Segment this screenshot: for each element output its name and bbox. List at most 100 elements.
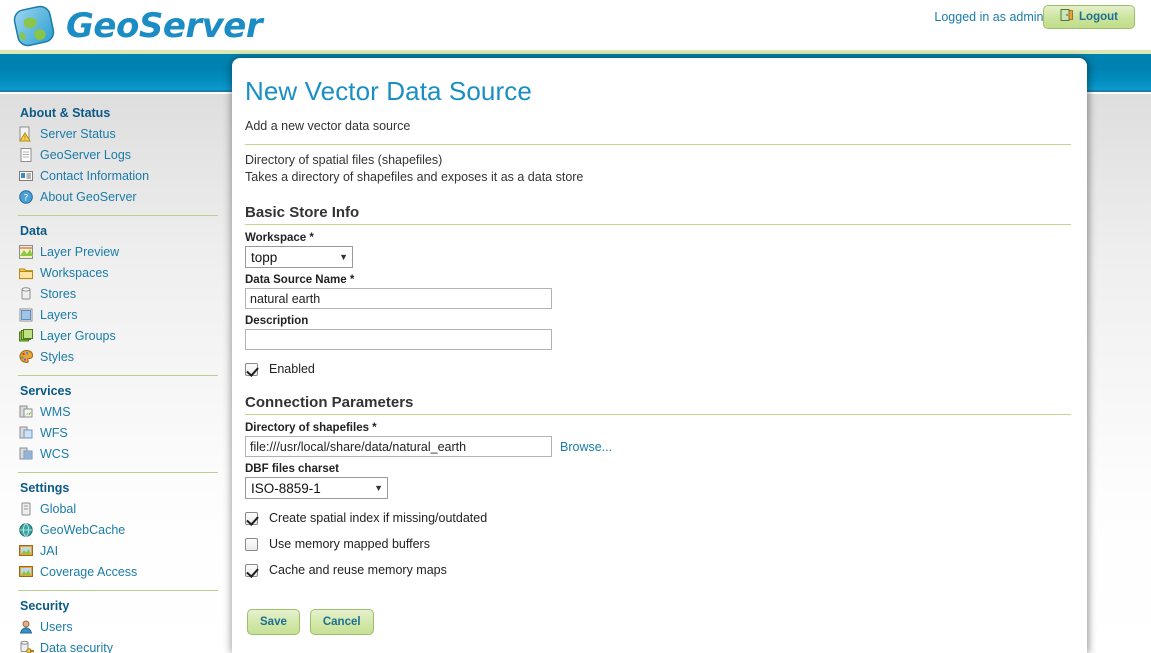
- charset-select[interactable]: ISO-8859-1 ▼: [245, 477, 388, 499]
- dialog-actions: Save Cancel: [247, 609, 1071, 635]
- new-vector-data-source-dialog: New Vector Data Source Add a new vector …: [232, 58, 1087, 653]
- enabled-checkbox[interactable]: [245, 363, 258, 376]
- sidebar-item-label: Contact Information: [40, 168, 149, 184]
- enabled-label: Enabled: [269, 362, 315, 376]
- directory-label: Directory of shapefiles *: [245, 422, 1071, 434]
- database-key-icon: [18, 640, 34, 653]
- sidebar-item-geowebcache[interactable]: GeoWebCache: [18, 521, 218, 539]
- layer-square-icon: [18, 307, 34, 323]
- create-spatial-index-checkbox[interactable]: [245, 512, 258, 525]
- globe-grid-icon: [18, 522, 34, 538]
- sidebar-section-title: About & Status: [20, 106, 218, 120]
- sidebar-item-label: Users: [40, 619, 73, 635]
- sidebar-section-about-status: About & Status ! Server Status GeoServer…: [0, 106, 232, 206]
- layer-preview-icon: [18, 244, 34, 260]
- sidebar-item-workspaces[interactable]: Workspaces: [18, 264, 218, 282]
- sidebar-section-services: Services WMS WFS WCS: [0, 384, 232, 463]
- store-description: Takes a directory of shapefiles and expo…: [245, 169, 1071, 186]
- create-index-checkbox-row[interactable]: Create spatial index if missing/outdated: [245, 511, 1071, 525]
- sidebar-item-label: Global: [40, 501, 76, 517]
- sidebar-item-contact-information[interactable]: Contact Information: [18, 167, 218, 185]
- logout-label: Logout: [1079, 11, 1118, 23]
- sidebar-item-layer-groups[interactable]: Layer Groups: [18, 327, 218, 345]
- divider: [245, 414, 1071, 415]
- database-icon: [18, 286, 34, 302]
- sidebar-item-label: Layer Preview: [40, 244, 119, 260]
- description-input[interactable]: [245, 329, 552, 350]
- folder-icon: [18, 265, 34, 281]
- contact-card-icon: [18, 168, 34, 184]
- server-status-icon: !: [18, 126, 34, 142]
- document-icon: [18, 147, 34, 163]
- sidebar-item-wms[interactable]: WMS: [18, 403, 218, 421]
- cancel-button[interactable]: Cancel: [310, 609, 374, 635]
- sidebar-item-label: Layer Groups: [40, 328, 116, 344]
- login-status: Logged in as admin.: [934, 10, 1047, 24]
- sidebar-item-layer-preview[interactable]: Layer Preview: [18, 243, 218, 261]
- sidebar-item-server-status[interactable]: ! Server Status: [18, 125, 218, 143]
- sidebar-item-coverage-access[interactable]: Coverage Access: [18, 563, 218, 581]
- sidebar-item-layers[interactable]: Layers: [18, 306, 218, 324]
- sidebar-item-label: Coverage Access: [40, 564, 137, 580]
- sidebar-item-data-security[interactable]: Data security: [18, 639, 218, 653]
- store-type-label: Directory of spatial files (shapefiles): [245, 152, 1071, 169]
- enabled-checkbox-row[interactable]: Enabled: [245, 362, 1071, 376]
- data-source-name-label: Data Source Name *: [245, 274, 1071, 286]
- image-icon: [18, 564, 34, 580]
- wfs-service-icon: [18, 425, 34, 441]
- page-title: New Vector Data Source: [245, 76, 1071, 107]
- svg-text:?: ?: [24, 194, 29, 204]
- brand-name: GeoServer: [66, 2, 262, 50]
- global-server-icon: [18, 501, 34, 517]
- brand-logo[interactable]: GeoServer: [10, 2, 262, 50]
- door-exit-icon: [1060, 8, 1074, 27]
- cache-memory-maps-checkbox[interactable]: [245, 564, 258, 577]
- sidebar-item-jai[interactable]: JAI: [18, 542, 218, 560]
- workspace-selected-value: topp: [251, 250, 277, 265]
- sidebar-item-global[interactable]: Global: [18, 500, 218, 518]
- sidebar-item-about-geoserver[interactable]: ? About GeoServer: [18, 188, 218, 206]
- image-icon: [18, 543, 34, 559]
- sidebar-item-users[interactable]: Users: [18, 618, 218, 636]
- directory-row: Browse...: [245, 436, 1071, 457]
- layer-group-icon: [18, 328, 34, 344]
- workspace-label: Workspace *: [245, 232, 1071, 244]
- sidebar-item-wcs[interactable]: WCS: [18, 445, 218, 463]
- sidebar-item-label: Stores: [40, 286, 76, 302]
- sidebar-item-label: About GeoServer: [40, 189, 137, 205]
- cache-memory-maps-label: Cache and reuse memory maps: [269, 563, 447, 577]
- basic-store-info-heading: Basic Store Info: [245, 204, 1071, 221]
- charset-selected-value: ISO-8859-1: [251, 481, 321, 496]
- palette-icon: [18, 349, 34, 365]
- memory-mapped-buffers-label: Use memory mapped buffers: [269, 537, 430, 551]
- data-source-name-input[interactable]: [245, 288, 552, 309]
- sidebar-divider: [18, 590, 218, 591]
- page-header: GeoServer Logged in as admin. Logout: [0, 0, 1151, 50]
- memory-mapped-checkbox-row[interactable]: Use memory mapped buffers: [245, 537, 1071, 551]
- sidebar-section-title: Data: [20, 224, 218, 238]
- sidebar-item-label: WFS: [40, 425, 68, 441]
- browse-button[interactable]: Browse...: [560, 440, 612, 454]
- sidebar-section-data: Data Layer Preview Workspaces Stores: [0, 224, 232, 366]
- sidebar-item-wfs[interactable]: WFS: [18, 424, 218, 442]
- sidebar-section-settings: Settings Global GeoWebCache JAI: [0, 481, 232, 581]
- sidebar-item-label: GeoServer Logs: [40, 147, 131, 163]
- page-subtitle: Add a new vector data source: [245, 119, 1071, 133]
- sidebar-section-security: Security Users Data security Service sec…: [0, 599, 232, 653]
- chevron-down-icon: ▼: [374, 483, 383, 493]
- sidebar-item-geoserver-logs[interactable]: GeoServer Logs: [18, 146, 218, 164]
- sidebar-item-label: JAI: [40, 543, 58, 559]
- app-root: GeoServer Logged in as admin. Logout Abo…: [0, 0, 1151, 653]
- save-button[interactable]: Save: [247, 609, 300, 635]
- cache-maps-checkbox-row[interactable]: Cache and reuse memory maps: [245, 563, 1071, 577]
- directory-input[interactable]: [245, 436, 552, 457]
- memory-mapped-buffers-checkbox[interactable]: [245, 538, 258, 551]
- sidebar-divider: [18, 375, 218, 376]
- workspace-select[interactable]: topp ▼: [245, 246, 353, 268]
- sidebar-item-stores[interactable]: Stores: [18, 285, 218, 303]
- logout-button[interactable]: Logout: [1043, 5, 1135, 29]
- user-icon: [18, 619, 34, 635]
- sidebar-item-label: Data security: [40, 640, 113, 653]
- sidebar-item-styles[interactable]: Styles: [18, 348, 218, 366]
- description-label: Description: [245, 315, 1071, 327]
